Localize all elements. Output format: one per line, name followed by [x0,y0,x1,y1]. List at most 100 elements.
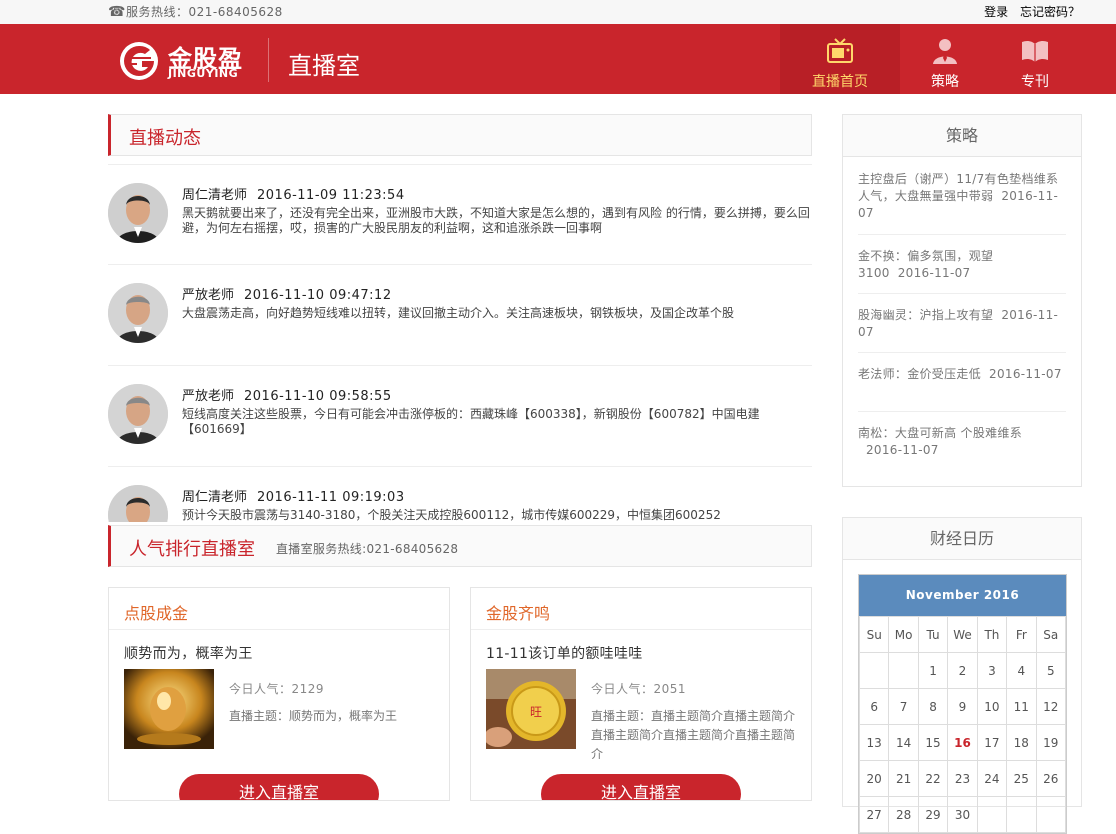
post-time: 2016-11-09 11:23:54 [257,188,405,203]
calendar-day[interactable]: 11 [1006,688,1037,725]
nav-strategy[interactable]: 策略 [900,24,990,94]
feed-item: 严放老师 2016-11-10 09:47:12 大盘震荡走高，向好趋势短线难以扭… [108,265,812,366]
room-thumbnail[interactable] [124,669,214,749]
live-feed-header: 直播动态 [108,114,812,156]
hotline-text: 服务热线：021-68405628 [125,5,283,19]
calendar-day[interactable]: 21 [888,760,919,797]
svg-text:旺: 旺 [530,705,542,719]
forgot-password-link[interactable]: 忘记密码？ [1020,5,1080,19]
strategy-item[interactable]: 主控盘后（谢严）11/7有色垫档维系人气，大盘無量强中带弱 2016-11-07 [858,157,1066,235]
calendar-day[interactable]: 3 [976,652,1008,689]
room-divider [471,629,811,630]
post-text: 预计今天股市震荡与3140-3180，个股关注天成控股600112，城市传媒60… [182,508,721,522]
post-text: 大盘震荡走高，向好趋势短线难以扭转，建议回撤主动介入。关注高速板块，钢铁板块，及… [182,306,735,320]
nav-journal[interactable]: 专刊 [990,24,1080,94]
calendar-day[interactable]: 25 [1006,760,1037,797]
logo-subtext: JINGUYING [168,67,239,80]
calendar-day[interactable]: 14 [888,724,919,761]
room-title[interactable]: 金股齐鸣 [486,600,550,624]
calendar-day[interactable]: 20 [858,760,890,797]
calendar-day[interactable]: 10 [976,688,1008,725]
calendar-weekday: We [947,616,978,653]
avatar[interactable] [108,283,168,343]
calendar-day[interactable]: 28 [888,796,919,833]
calendar-day [1006,796,1037,833]
post-time: 2016-11-10 09:47:12 [244,288,392,303]
calendar-day[interactable]: 6 [858,688,890,725]
calendar-day[interactable]: 30 [947,796,978,833]
avatar[interactable] [108,384,168,444]
strategy-item[interactable]: 老法师：金价受压走低 2016-11-07 [858,353,1066,412]
calendar-week-row: 6 7 8 9 10 11 12 [858,688,1067,725]
calendar-day[interactable]: 22 [917,760,949,797]
calendar-day[interactable]: 2 [947,652,978,689]
post-author[interactable]: 严放老师 [182,288,234,303]
post-author[interactable]: 严放老师 [182,389,234,404]
room-topic: 直播主题：顺势而为，概率为王 [229,709,398,723]
calendar-week-row: 20 21 22 23 24 25 26 [858,760,1067,797]
strategy-item[interactable]: 南松：大盘可新高 个股难维系 2016-11-07 [858,412,1066,471]
calendar-grid: Su Mo Tu We Th Fr Sa 1 2 3 4 5 6 7 8 9 10 11 12 13 14 15 16 17 1… [858,616,1067,833]
calendar-day[interactable]: 19 [1035,724,1067,761]
calendar-weekday: Th [976,616,1008,653]
calendar-week-row: 12345 [858,652,1067,689]
tv-icon [827,38,853,63]
calendar-week-row: 27 28 29 30 [858,796,1067,833]
calendar-day[interactable]: 27 [858,796,890,833]
account-links: 登录 忘记密码？ [976,3,1080,20]
phone-icon: ☎ [108,4,126,20]
calendar-weekday: Tu [917,616,949,653]
popular-rooms-section: 人气排行直播室 直播室服务热线:021-68405628 [108,525,812,567]
calendar-day[interactable]: 13 [858,724,890,761]
post-author[interactable]: 周仁清老师 [182,490,247,505]
enter-room-button[interactable]: 进入直播室 [541,774,741,800]
strategy-item[interactable]: 股海幽灵：沪指上攻有望 2016-11-07 [858,294,1066,353]
calendar-day[interactable]: 9 [947,688,978,725]
room-title[interactable]: 点股成金 [124,600,188,624]
strategy-item[interactable]: 金不换：偏多氛围，观望3100 2016-11-07 [858,235,1066,294]
top-bar: ☎服务热线：021-68405628 登录 忘记密码？ [0,0,1116,24]
strategy-item-date: 2016-11-07 [866,443,939,457]
avatar[interactable] [108,485,168,522]
feed-item: 周仁清老师 2016-11-09 11:23:54 黑天鹅就要出来了，还没有完全出… [108,164,812,265]
calendar-day[interactable]: 29 [917,796,949,833]
post-meta: 周仁清老师 2016-11-11 09:19:03 [182,486,405,505]
calendar-day[interactable]: 8 [917,688,949,725]
calendar-day[interactable]: 24 [976,760,1008,797]
room-thumbnail[interactable]: 旺 [486,669,576,749]
calendar-day[interactable]: 4 [1006,652,1037,689]
calendar-day[interactable]: 1 [917,652,949,689]
calendar-day [1035,796,1067,833]
live-feed-title: 直播动态 [129,128,201,149]
room-slogan: 顺势而为，概率为王 [124,646,253,662]
login-link[interactable]: 登录 [984,5,1008,19]
calendar-day[interactable]: 15 [917,724,949,761]
calendar-day-today[interactable]: 16 [947,724,978,761]
calendar-widget: November 2016 Su Mo Tu We Th Fr Sa 1 2 3 4 5 6 7 8 9 10 1… [858,574,1067,834]
nav-journal-label: 专刊 [1021,74,1049,90]
logo[interactable]: 金股盈 JINGUYING [118,39,263,83]
enter-room-button[interactable]: 进入直播室 [179,774,379,800]
calendar-day[interactable]: 18 [1006,724,1037,761]
calendar-panel: 财经日历 November 2016 Su Mo Tu We Th Fr Sa 1 2 3 4 5 6 7… [842,517,1082,834]
post-time: 2016-11-11 09:19:03 [257,490,405,505]
nav-live-home[interactable]: 直播首页 [780,24,900,94]
strategy-panel: 策略 主控盘后（谢严）11/7有色垫档维系人气，大盘無量强中带弱 2016-11-… [842,114,1082,487]
avatar[interactable] [108,183,168,243]
logo-mark-icon [120,42,158,80]
post-meta: 严放老师 2016-11-10 09:58:55 [182,385,392,404]
calendar-weekday: Su [858,616,890,653]
calendar-day[interactable]: 17 [976,724,1008,761]
post-author[interactable]: 周仁清老师 [182,188,247,203]
header: 金股盈 JINGUYING 直播室 直播首页 策略 专刊 [0,24,1116,94]
nav-strategy-label: 策略 [931,74,959,90]
calendar-day[interactable]: 7 [888,688,919,725]
calendar-day[interactable]: 23 [947,760,978,797]
calendar-day[interactable]: 12 [1035,688,1067,725]
calendar-day[interactable]: 26 [1035,760,1067,797]
nav-live-home-label: 直播首页 [812,74,868,90]
post-text: 短线高度关注这些股票，今日有可能会冲击涨停板的：西藏珠峰【600338】，新钢股… [182,407,760,436]
page-title: 直播室 [288,52,360,80]
calendar-day[interactable]: 5 [1035,652,1067,689]
feed-item: 严放老师 2016-11-10 09:58:55 短线高度关注这些股票，今日有可能… [108,366,812,467]
